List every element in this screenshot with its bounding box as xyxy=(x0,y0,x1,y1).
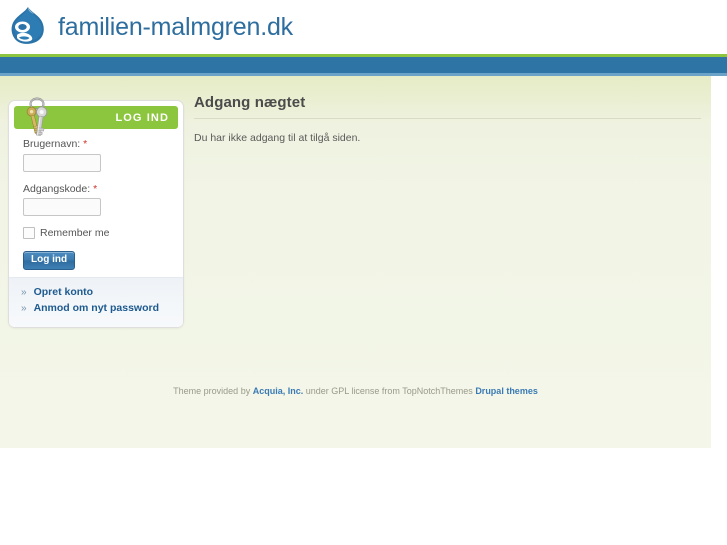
login-block-footer: » Opret konto » Anmod om nyt password xyxy=(9,277,183,328)
page-body: LOG IND Brugernavn: * Adgangskode: * Rem… xyxy=(0,76,711,448)
access-denied-message: Du har ikke adgang til at tilgå siden. xyxy=(194,132,361,144)
page-title: Adgang nægtet xyxy=(194,94,306,111)
username-input[interactable] xyxy=(23,153,101,172)
site-name[interactable]: familien-malmgren.dk xyxy=(58,14,293,40)
username-label-text: Brugernavn: xyxy=(23,138,81,150)
remember-me-label: Remember me xyxy=(40,227,110,240)
footer-prefix-text: Theme provided by xyxy=(173,386,253,396)
login-links-list: » Opret konto » Anmod om nyt password xyxy=(9,286,183,314)
log-ind-button[interactable]: Log ind xyxy=(23,251,76,271)
chevron-right-icon: » xyxy=(21,287,27,299)
create-account-link[interactable]: Opret konto xyxy=(34,286,94,298)
site-header: familien-malmgren.dk xyxy=(0,0,727,54)
username-label: Brugernavn: * xyxy=(23,138,169,151)
chevron-right-icon: » xyxy=(21,303,27,315)
primary-nav-bar xyxy=(0,57,727,73)
list-item[interactable]: » Anmod om nyt password xyxy=(21,302,183,314)
site-footer: Theme provided by Acquia, Inc. under GPL… xyxy=(0,386,711,396)
sidebar-left: LOG IND Brugernavn: * Adgangskode: * Rem… xyxy=(8,97,184,329)
password-label-text: Adgangskode: xyxy=(23,182,91,195)
user-login-block: LOG IND Brugernavn: * Adgangskode: * Rem… xyxy=(8,97,184,329)
login-form: Brugernavn: * Adgangskode: * Remember me… xyxy=(14,129,178,271)
main-content: Adgang nægtet Du har ikke adgang til at … xyxy=(194,94,701,147)
password-required-marker: * xyxy=(93,182,98,195)
request-new-password-link[interactable]: Anmod om nyt password xyxy=(34,302,159,314)
list-item[interactable]: » Opret konto xyxy=(21,286,183,298)
password-label: Adgangskode: * xyxy=(23,183,169,196)
remember-me-row[interactable]: Remember me xyxy=(23,227,169,240)
acquia-link[interactable]: Acquia, Inc. xyxy=(253,386,304,396)
login-block-title: LOG IND xyxy=(115,111,169,124)
login-block-header: LOG IND xyxy=(14,106,178,129)
drupal-drop-icon[interactable] xyxy=(8,6,48,48)
drupal-themes-link[interactable]: Drupal themes xyxy=(475,386,538,396)
footer-middle-text: under GPL license from TopNotchThemes xyxy=(303,386,476,396)
title-divider xyxy=(194,118,701,119)
password-input[interactable] xyxy=(23,198,101,217)
username-required-marker: * xyxy=(83,138,88,150)
remember-me-checkbox[interactable] xyxy=(23,227,35,240)
